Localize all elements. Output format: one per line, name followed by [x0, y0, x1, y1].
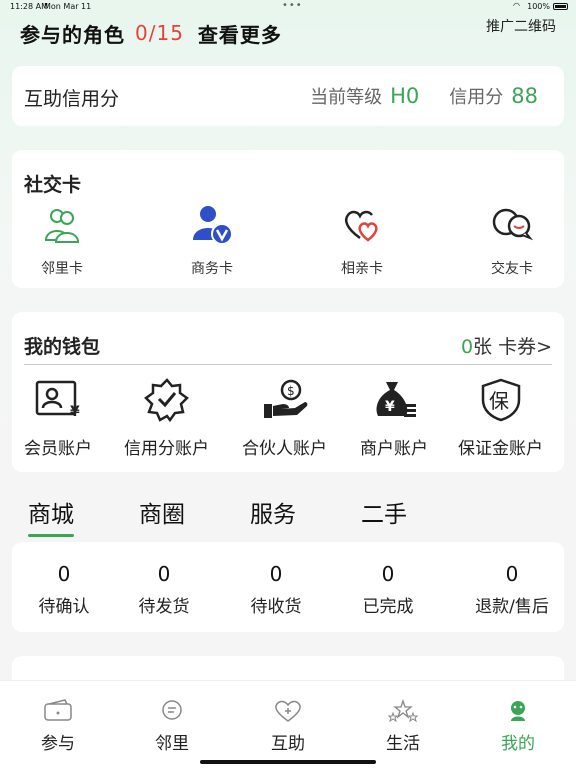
wallet-item-label: 信用分账户	[124, 439, 209, 459]
profile-icon	[503, 699, 533, 723]
order-label: 退款/售后	[475, 597, 549, 617]
home-indicator[interactable]	[200, 760, 376, 764]
order-pending-ship[interactable]: 0 待发货	[124, 562, 204, 617]
nav-mine[interactable]: 我的	[478, 699, 558, 754]
roles-header: 参与的角色 0/15 查看更多	[20, 18, 282, 48]
nav-neighbors[interactable]: 邻里	[132, 699, 212, 754]
credit-summary: 当前等级 H0 信用分 88	[310, 83, 538, 109]
svg-text:¥: ¥	[385, 399, 395, 415]
social-item-dating[interactable]: 相亲卡	[312, 202, 412, 278]
status-bar: 11:28 AM Mon Mar 11 ••• ◠ 100%	[0, 0, 576, 14]
wallet-item-merchant[interactable]: ¥ 商户账户	[360, 378, 428, 459]
nav-label: 我的	[501, 734, 535, 754]
shield-bao-icon: 保	[477, 378, 525, 422]
wallet-title: 我的钱包	[24, 336, 101, 358]
tab-business-circle[interactable]: 商圈	[139, 495, 185, 529]
order-pending-confirm[interactable]: 0 待确认	[24, 562, 104, 617]
member-card-icon: ¥	[34, 378, 82, 422]
social-item-neighbors[interactable]: 邻里卡	[12, 202, 112, 278]
nav-participate[interactable]: 参与	[18, 699, 98, 754]
hearts-icon	[340, 202, 384, 246]
wallet-item-label: 商户账户	[360, 439, 428, 459]
battery-icon	[553, 3, 568, 10]
view-more-link[interactable]: 查看更多	[198, 19, 282, 48]
wallet-item-deposit[interactable]: 保 保证金账户	[458, 378, 543, 459]
wallet-item-member[interactable]: ¥ 会员账户	[24, 378, 92, 459]
credit-score-card[interactable]: 互助信用分 当前等级 H0 信用分 88	[12, 66, 564, 126]
badge-check-icon	[143, 378, 191, 423]
order-count: 0	[57, 562, 71, 586]
coupon-link[interactable]: 0张 卡券>	[461, 332, 552, 359]
status-time: 11:28 AM	[10, 2, 48, 11]
order-count: 0	[505, 562, 519, 586]
wifi-icon: ◠	[513, 1, 520, 10]
order-label: 待收货	[250, 597, 302, 617]
social-item-friends[interactable]: 交友卡	[462, 202, 562, 278]
business-user-icon	[190, 202, 234, 246]
score-value: 88	[511, 84, 538, 108]
tab-mall[interactable]: 商城	[28, 495, 74, 537]
order-label: 已完成	[362, 597, 414, 617]
bottom-nav: 参与 邻里 互助 生活 我的	[0, 680, 576, 768]
wallet-item-label: 会员账户	[24, 439, 92, 459]
order-label: 待确认	[38, 597, 90, 617]
nav-label: 生活	[386, 734, 420, 754]
level-label: 当前等级	[310, 87, 383, 108]
order-completed[interactable]: 0 已完成	[348, 562, 428, 617]
wallet-icon	[43, 699, 73, 723]
order-count: 0	[269, 562, 283, 586]
wallet-item-credit[interactable]: 信用分账户	[124, 378, 209, 459]
nav-mutual-aid[interactable]: 互助	[248, 699, 328, 754]
roles-title: 参与的角色	[20, 22, 125, 47]
credit-title: 互助信用分	[24, 88, 120, 110]
chat-bubbles-icon	[490, 202, 534, 246]
score-label: 信用分	[449, 87, 504, 108]
chat-icon	[157, 699, 187, 723]
order-count: 0	[381, 562, 395, 586]
order-count: 0	[157, 562, 171, 586]
battery-percent: 100%	[527, 2, 550, 11]
order-refund[interactable]: 0 退款/售后	[462, 562, 562, 617]
nav-life[interactable]: 生活	[363, 698, 443, 754]
neighbors-icon	[40, 202, 84, 246]
tab-services[interactable]: 服务	[250, 495, 296, 529]
level-value: H0	[390, 84, 420, 108]
nav-label: 参与	[41, 734, 75, 754]
hand-coin-icon: $	[261, 378, 309, 422]
wallet-item-label: 合伙人账户	[242, 439, 327, 459]
tab-second-hand[interactable]: 二手	[361, 495, 407, 529]
social-item-label: 邻里卡	[41, 261, 83, 277]
svg-text:$: $	[287, 384, 295, 398]
promo-qr-link[interactable]: 推广二维码	[486, 16, 556, 36]
heart-plus-icon	[273, 699, 303, 723]
social-cards-section: 社交卡 邻里卡 商务卡 相亲卡 交友卡	[12, 150, 564, 288]
order-label: 待发货	[138, 597, 190, 617]
money-bag-icon: ¥	[370, 378, 418, 422]
shop-tabs: 商城 商圈 服务 二手	[0, 495, 576, 537]
social-item-label: 相亲卡	[341, 261, 383, 277]
coupon-label: 张 卡券>	[473, 336, 552, 358]
stars-icon	[387, 698, 419, 723]
social-item-label: 交友卡	[491, 261, 533, 277]
orders-section: 0 待确认 0 待发货 0 待收货 0 已完成 0 退款/售后	[12, 542, 564, 632]
multitask-dots-icon[interactable]: •••	[282, 0, 303, 11]
nav-label: 互助	[271, 734, 305, 754]
roles-count: 0/15	[135, 21, 184, 45]
wallet-section: 我的钱包 0张 卡券> ¥ 会员账户 信用分账户 $ 合伙人账户 ¥ 商户账户 …	[12, 312, 564, 472]
svg-text:¥: ¥	[70, 404, 80, 420]
svg-text:保: 保	[489, 389, 509, 413]
coupon-count: 0	[460, 336, 474, 358]
wallet-item-partner[interactable]: $ 合伙人账户	[242, 378, 327, 459]
social-item-label: 商务卡	[191, 261, 233, 277]
wallet-divider	[24, 364, 552, 365]
social-title: 社交卡	[24, 174, 82, 196]
order-pending-receive[interactable]: 0 待收货	[236, 562, 316, 617]
nav-label: 邻里	[155, 734, 189, 754]
status-date: Mon Mar 11	[44, 2, 92, 11]
social-item-business[interactable]: 商务卡	[162, 202, 262, 278]
wallet-item-label: 保证金账户	[458, 439, 543, 459]
